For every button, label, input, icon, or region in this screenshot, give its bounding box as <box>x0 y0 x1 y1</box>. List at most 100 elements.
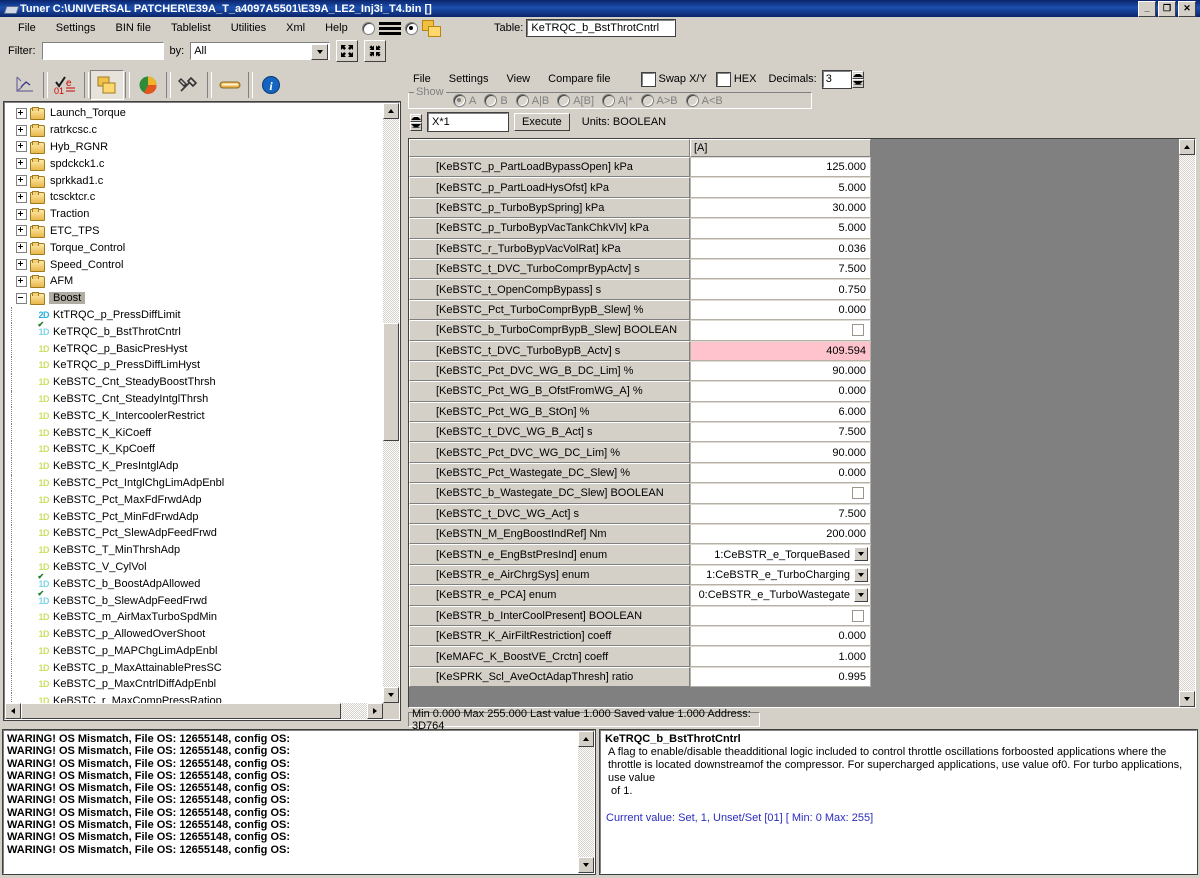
menu-settings[interactable]: Settings <box>46 20 106 36</box>
tree-horizontal-scrollbar[interactable] <box>5 703 383 719</box>
tree-folder-row[interactable]: sprkkad1.c <box>5 172 383 189</box>
grid-vertical-scrollbar[interactable] <box>1179 139 1195 707</box>
tree-folder-row[interactable]: Traction <box>5 206 383 223</box>
table-row[interactable]: [KeBSTC_t_DVC_WG_Act] s 7.500 <box>409 503 871 525</box>
row-value-select[interactable]: 1:CeBSTR_e_TorqueBased <box>690 544 871 565</box>
row-value[interactable]: 5.000 <box>690 177 871 198</box>
filter-by-select[interactable]: All <box>190 42 331 60</box>
tree-item[interactable]: 1D KeBSTC_Pct_IntglChgLimAdpEnbl <box>5 474 383 492</box>
hex-control[interactable]: HEX <box>715 71 756 87</box>
tree-item-selected[interactable]: 1DKeTRQC_b_BstThrotCntrl <box>5 320 383 340</box>
show-option-a-or-b[interactable]: A|B <box>515 94 549 107</box>
info-button[interactable]: i <box>254 70 288 100</box>
filter-input[interactable] <box>41 42 164 60</box>
view-mode-radio-1[interactable] <box>362 21 375 35</box>
scroll-up-button[interactable] <box>1179 139 1195 155</box>
scroll-track[interactable] <box>1179 155 1195 691</box>
table-row[interactable]: [KeBSTC_b_Wastegate_DC_Slew] BOOLEAN <box>409 483 871 504</box>
table-name-field[interactable]: KeTRQC_b_BstThrotCntrl <box>526 19 677 37</box>
tree-item[interactable]: 2D KtTRQC_p_PressDiffLimit <box>5 306 383 324</box>
table-row[interactable]: [KeBSTC_Pct_DVC_WG_B_DC_Lim] % 90.000 <box>409 360 871 382</box>
table-row[interactable]: [KeBSTR_e_PCA] enum 0:CeBSTR_e_TurboWaste… <box>409 585 871 606</box>
values-check-button[interactable]: 01 e <box>49 70 83 100</box>
row-checkbox[interactable] <box>852 487 864 500</box>
row-value[interactable]: 7.500 <box>690 422 871 443</box>
table-row[interactable]: [KeBSTR_b_InterCoolPresent] BOOLEAN <box>409 605 871 626</box>
restore-button[interactable]: ❐ <box>1158 0 1176 17</box>
formula-stepper[interactable] <box>410 113 422 131</box>
warnings-panel[interactable]: WARING! OS Mismatch, File OS: 12655148, … <box>2 729 596 875</box>
row-value[interactable]: 7.500 <box>690 258 871 280</box>
execute-button[interactable]: Execute <box>514 113 570 131</box>
table-row[interactable]: [KeBSTR_e_AirChrgSys] enum 1:CeBSTR_e_Tur… <box>409 564 871 586</box>
table-row[interactable]: [KeBSTC_p_TurboBypVacTankChkVlv] kPa 5.00… <box>409 218 871 239</box>
scroll-down-button[interactable] <box>1179 691 1195 707</box>
table-menu-settings[interactable]: Settings <box>440 71 498 87</box>
decimals-input[interactable]: 3 <box>821 69 852 89</box>
collapse-all-button[interactable] <box>364 40 387 62</box>
row-checkbox[interactable] <box>852 609 864 622</box>
table-row[interactable]: [KeSPRK_Scl_AveOctAdapThresh] ratio 0.995 <box>409 666 871 688</box>
tree-item[interactable]: 1D KeBSTC_K_PresIntglAdp <box>5 457 383 475</box>
row-value[interactable]: 0.750 <box>690 279 871 300</box>
table-row[interactable]: [KeBSTN_e_EngBstPresInd] enum 1:CeBSTR_e_… <box>409 544 871 565</box>
close-button[interactable]: ✕ <box>1178 0 1196 17</box>
table-menu-view[interactable]: View <box>497 71 539 87</box>
table-row[interactable]: [KeBSTC_Pct_WG_B_OfstFromWG_A] % 0.000 <box>409 381 871 402</box>
row-value-checkbox-cell[interactable] <box>690 483 871 504</box>
tree-item[interactable]: 1D KeBSTC_K_KiCoeff <box>5 424 383 441</box>
show-option-a-lt-b[interactable]: A<B <box>685 94 723 107</box>
table-row[interactable]: [KeBSTC_b_TurboComprBypB_Slew] BOOLEAN <box>409 320 871 341</box>
tree-item[interactable]: 1D KeBSTC_m_AirMaxTurboSpdMin <box>5 608 383 626</box>
show-option-a-bracket-b[interactable]: A[B] <box>557 94 594 107</box>
tree-folder-row[interactable]: ratrkcsc.c <box>5 122 383 139</box>
table-row[interactable]: [KeBSTC_Pct_DVC_WG_DC_Lim] % 90.000 <box>409 442 871 463</box>
table-row[interactable]: [KeBSTC_r_TurboBypVacVolRat] kPa 0.036 <box>409 238 871 259</box>
row-value[interactable]: 90.000 <box>690 442 871 463</box>
scroll-down-button[interactable] <box>383 687 399 703</box>
scroll-up-button[interactable] <box>383 103 399 119</box>
table-row[interactable]: [KeBSTC_t_OpenCompBypass] s 0.750 <box>409 279 871 300</box>
row-value[interactable]: 7.500 <box>690 503 871 525</box>
table-row[interactable]: [KeBSTC_t_DVC_TurboBypB_Actv] s 409.594 <box>409 340 871 361</box>
decimals-stepper[interactable]: 3 <box>821 69 864 89</box>
pie-chart-button[interactable] <box>131 70 165 100</box>
row-value[interactable]: 90.000 <box>690 360 871 382</box>
menu-xml[interactable]: Xml <box>276 20 315 36</box>
scroll-left-button[interactable] <box>5 703 21 719</box>
tree-folder-row[interactable]: ETC_TPS <box>5 223 383 240</box>
menu-help[interactable]: Help <box>315 20 358 36</box>
table-row[interactable]: [KeBSTC_Pct_TurboComprBypB_Slew] % 0.000 <box>409 299 871 321</box>
row-value[interactable]: 5.000 <box>690 218 871 239</box>
tree-folder-row[interactable]: tcscktcr.c <box>5 189 383 206</box>
tree-folder-row[interactable]: AFM <box>5 273 383 290</box>
decimals-down-button[interactable] <box>851 79 864 88</box>
tree-item[interactable]: 1D KeBSTC_K_KpCoeff <box>5 440 383 458</box>
table-row[interactable]: [KeBSTC_t_DVC_TurboComprBypActv] s 7.500 <box>409 258 871 280</box>
axis-graph-button[interactable] <box>8 70 42 100</box>
table-row[interactable]: [KeBSTC_t_DVC_WG_B_Act] s 7.500 <box>409 422 871 443</box>
scroll-up-button[interactable] <box>578 731 594 747</box>
table-row[interactable]: [KeBSTC_p_TurboBypSpring] kPa 30.000 <box>409 197 871 219</box>
row-value[interactable]: 30.000 <box>690 197 871 219</box>
tree-item[interactable]: 1D KeBSTC_p_AllowedOverShoot <box>5 625 383 643</box>
swap-xy-control[interactable]: Swap X/Y <box>640 71 707 87</box>
row-value[interactable]: 125.000 <box>690 157 871 178</box>
formula-down-button[interactable] <box>410 122 422 131</box>
data-grid[interactable]: [A] [KeBSTC_p_PartLoadBypassOpen] kPa 125… <box>408 138 1196 708</box>
tree-item[interactable]: 1D KeBSTC_p_MaxCntrlDiffAdpEnbl <box>5 676 383 693</box>
menu-tablelist[interactable]: Tablelist <box>161 20 221 36</box>
tree-item[interactable]: 1D KeBSTC_K_IntercoolerRestrict <box>5 407 383 424</box>
tree-item[interactable]: 1D KeBSTC_Cnt_SteadyIntglThrsh <box>5 390 383 408</box>
row-value[interactable]: 0.995 <box>690 666 871 688</box>
tools-button[interactable] <box>172 70 206 100</box>
tree-item[interactable]: 1D KeBSTC_p_MaxAttainablePresSC <box>5 659 383 676</box>
warnings-vertical-scrollbar[interactable] <box>578 731 594 873</box>
scroll-down-button[interactable] <box>578 857 594 873</box>
tree-folder-row[interactable]: Torque_Control <box>5 239 383 256</box>
swap-xy-checkbox[interactable] <box>640 71 656 87</box>
tree-item[interactable]: 1D KeBSTC_V_CylVol <box>5 558 383 576</box>
row-value-select[interactable]: 0:CeBSTR_e_TurboWastegate <box>690 585 871 606</box>
chevron-down-icon[interactable] <box>311 44 329 60</box>
minimize-button[interactable]: _ <box>1138 0 1156 17</box>
